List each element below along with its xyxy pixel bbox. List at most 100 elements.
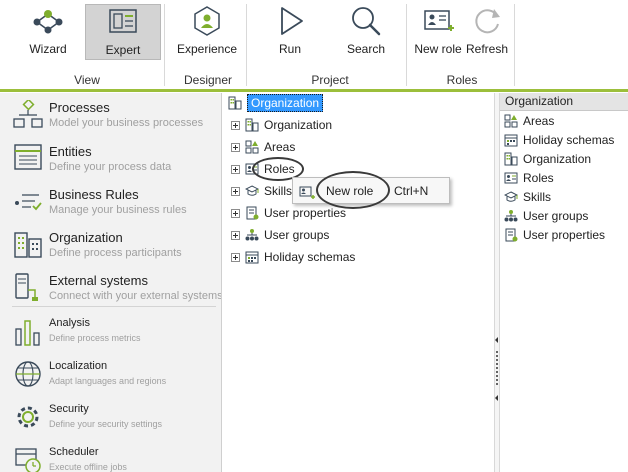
right-item-roles[interactable]: Roles <box>503 169 554 187</box>
run-button[interactable]: Run <box>264 4 316 60</box>
localization-icon <box>12 358 44 390</box>
organization-icon <box>227 95 243 111</box>
nav-item-business-rules[interactable]: Business Rules Manage your business rule… <box>0 184 221 222</box>
expand-icon[interactable] <box>231 208 240 218</box>
search-icon <box>349 4 383 38</box>
right-item-label: Areas <box>523 114 555 128</box>
organization-icon <box>12 228 44 260</box>
nav-item-entities[interactable]: Entities Define your process data <box>0 141 221 179</box>
right-item-user-groups[interactable]: User groups <box>503 207 588 225</box>
nav-item-organization[interactable]: Organization Define process participants <box>0 227 221 265</box>
nav-item-scheduler[interactable]: Scheduler Execute offline jobs <box>0 443 221 472</box>
right-item-skills[interactable]: Skills <box>503 188 551 206</box>
user-properties-icon <box>244 205 260 221</box>
group-label-roles: Roles <box>446 73 478 87</box>
group-label-project: Project <box>311 73 349 87</box>
nav-title-localization: Localization <box>49 360 108 372</box>
tree-node-holiday-schemas[interactable]: Holiday schemas <box>231 248 355 266</box>
right-item-areas[interactable]: Areas <box>503 112 554 130</box>
ribbon-separator <box>164 4 165 86</box>
tree-label: Skills <box>264 184 293 198</box>
right-item-label: Organization <box>523 152 592 166</box>
organization-icon <box>503 151 519 167</box>
nav-title-organization: Organization <box>49 230 123 245</box>
nav-title-entities: Entities <box>49 144 92 159</box>
nav-item-analysis[interactable]: Analysis Define process metrics <box>0 314 221 352</box>
wizard-icon <box>31 4 65 38</box>
tree-node-areas[interactable]: Areas <box>231 138 295 156</box>
nav-item-localization[interactable]: Localization Adapt languages and regions <box>0 357 221 395</box>
ribbon-separator <box>406 4 407 86</box>
right-item-label: Skills <box>523 190 552 204</box>
nav-title-processes: Processes <box>49 100 110 115</box>
nav-desc-business-rules: Manage your business rules <box>49 204 187 216</box>
expand-icon[interactable] <box>231 252 240 262</box>
expert-button[interactable]: Expert <box>85 4 161 60</box>
run-icon <box>273 4 307 38</box>
nav-item-external-systems[interactable]: External systems Connect with your exter… <box>0 270 222 308</box>
security-icon <box>12 401 44 433</box>
expand-icon[interactable] <box>231 164 240 174</box>
expand-icon[interactable] <box>231 120 240 130</box>
holiday-schemas-icon <box>503 132 519 148</box>
nav-title-scheduler: Scheduler <box>49 446 99 458</box>
ribbon: Wizard Expert Experience Run Search New … <box>0 0 628 92</box>
nav-desc-scheduler: Execute offline jobs <box>49 462 127 472</box>
skills-icon <box>244 183 260 199</box>
tree-node-skills[interactable]: Skills <box>231 182 292 200</box>
nav-title-security: Security <box>49 403 89 415</box>
expand-icon[interactable] <box>231 186 240 196</box>
expand-icon[interactable] <box>231 142 240 152</box>
user-groups-icon <box>244 227 260 243</box>
organization-tree: Organization Organization Areas Roles Sk… <box>224 93 494 472</box>
ribbon-separator <box>246 4 247 86</box>
right-item-label: Holiday schemas <box>523 133 615 147</box>
group-label-view: View <box>74 73 100 87</box>
nav-desc-analysis: Define process metrics <box>49 333 141 343</box>
experience-button[interactable]: Experience <box>174 4 240 60</box>
experience-label: Experience <box>176 42 238 56</box>
nav-item-security[interactable]: Security Define your security settings <box>0 400 221 438</box>
holiday-schemas-icon <box>244 249 260 265</box>
experience-icon <box>190 4 224 38</box>
user-properties-icon <box>503 227 519 243</box>
areas-icon <box>244 139 260 155</box>
new-role-icon <box>421 4 455 38</box>
right-panel-header: Organization <box>500 93 628 111</box>
right-panel: Organization Areas Holiday schemas Organ… <box>500 93 628 472</box>
nav-item-processes[interactable]: Processes Model your business processes <box>0 97 221 135</box>
highlight-ring-new-role <box>316 171 390 209</box>
tree-label: Organization <box>247 94 324 112</box>
right-item-holiday-schemas[interactable]: Holiday schemas <box>503 131 614 149</box>
search-button[interactable]: Search <box>338 4 394 60</box>
expert-label: Expert <box>105 43 141 57</box>
nav-desc-external-systems: Connect with your external systems <box>49 290 222 302</box>
scheduler-icon <box>12 444 44 472</box>
right-item-organization[interactable]: Organization <box>503 150 591 168</box>
wizard-button[interactable]: Wizard <box>18 4 78 60</box>
menu-item-shortcut: Ctrl+N <box>394 184 429 198</box>
skills-icon <box>503 189 519 205</box>
organization-icon <box>244 117 260 133</box>
new-role-button[interactable]: New role <box>410 4 466 60</box>
external-systems-icon <box>12 271 44 303</box>
tree-label: Organization <box>264 118 333 132</box>
right-item-label: User groups <box>523 209 589 223</box>
right-item-user-properties[interactable]: User properties <box>503 226 605 244</box>
tree-node-user-groups[interactable]: User groups <box>231 226 329 244</box>
tree-node-organization[interactable]: Organization <box>231 116 332 134</box>
refresh-button[interactable]: Refresh <box>464 4 510 60</box>
nav-desc-security: Define your security settings <box>49 419 163 429</box>
run-label: Run <box>278 42 301 56</box>
nav-desc-processes: Model your business processes <box>49 117 204 129</box>
nav-desc-localization: Adapt languages and regions <box>49 376 167 386</box>
right-item-label: User properties <box>523 228 606 242</box>
wizard-label: Wizard <box>29 42 67 56</box>
tree-node-user-properties[interactable]: User properties <box>231 204 346 222</box>
areas-icon <box>503 113 519 129</box>
entities-icon <box>12 141 44 173</box>
expand-icon[interactable] <box>231 230 240 240</box>
tree-root-organization[interactable]: Organization <box>227 94 324 112</box>
processes-icon <box>12 99 44 131</box>
ribbon-separator <box>514 4 515 86</box>
